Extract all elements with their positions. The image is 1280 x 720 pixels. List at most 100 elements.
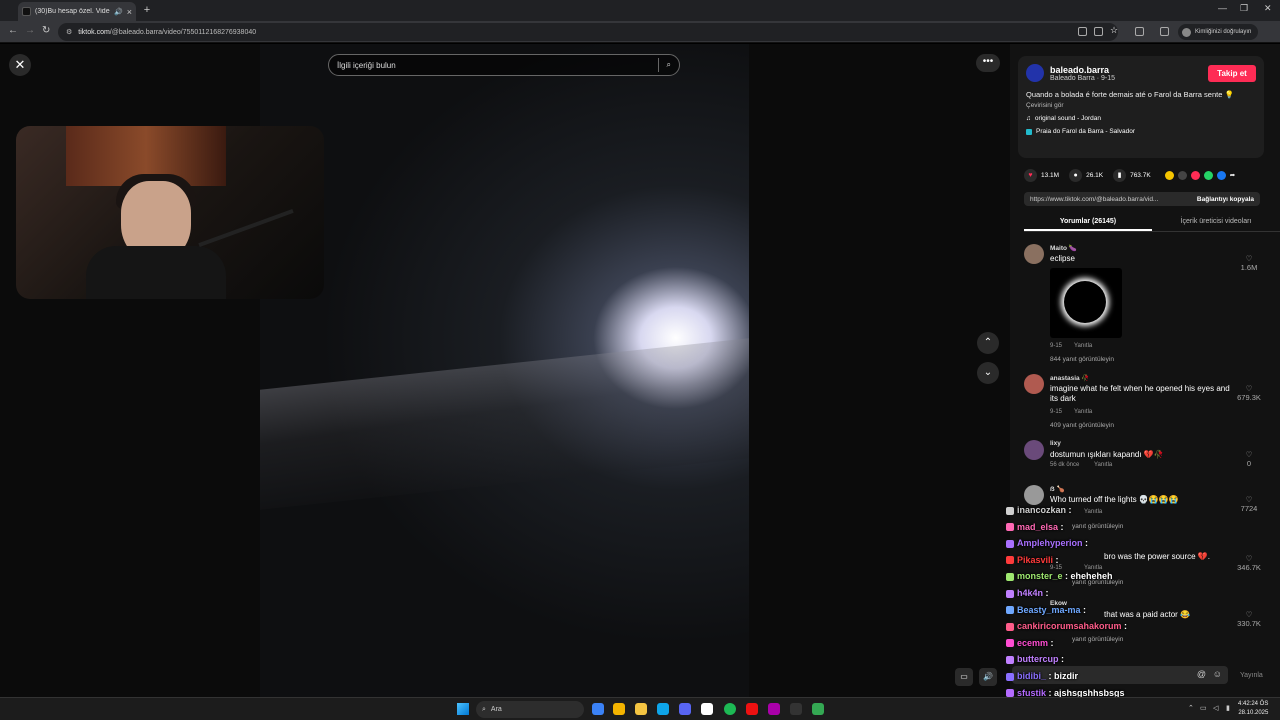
commenter-avatar[interactable] bbox=[1024, 440, 1044, 460]
like-heart-icon[interactable]: ♡ bbox=[1234, 495, 1264, 504]
chat-username[interactable]: cankiricorumsahakorum bbox=[1017, 621, 1122, 631]
reply-link[interactable]: Yanıtla bbox=[1074, 409, 1092, 415]
chat-username[interactable]: monster_e bbox=[1017, 571, 1063, 581]
window-close-icon[interactable]: ✕ bbox=[1264, 3, 1272, 14]
like-heart-icon[interactable]: ♡ bbox=[1234, 384, 1264, 393]
chat-username[interactable]: mad_elsa bbox=[1017, 522, 1058, 532]
copilot-icon[interactable] bbox=[592, 703, 604, 715]
comment-like[interactable]: ♡ 679.3K bbox=[1234, 384, 1264, 402]
whatsapp-icon[interactable] bbox=[1203, 170, 1213, 180]
like-heart-icon[interactable]: ♡ bbox=[1234, 610, 1264, 619]
view-replies-link[interactable]: 844 yanıt görüntüleyin bbox=[1050, 356, 1114, 363]
see-translation-link[interactable]: Çevirisini gör bbox=[1026, 102, 1256, 109]
new-tab-button[interactable]: + bbox=[140, 3, 154, 17]
spotify-icon[interactable] bbox=[724, 703, 736, 715]
volume-icon[interactable]: 🔊 bbox=[979, 668, 997, 686]
extensions-icon[interactable] bbox=[1135, 27, 1144, 36]
close-video-button[interactable]: ✕ bbox=[9, 54, 31, 76]
reply-link[interactable]: Yanıtla bbox=[1074, 343, 1092, 349]
share-arrow-icon[interactable]: ➦ bbox=[1230, 171, 1235, 179]
tray-chevron-icon[interactable]: ⌃ bbox=[1188, 704, 1194, 712]
author-avatar[interactable] bbox=[1026, 64, 1044, 82]
commenter-avatar[interactable] bbox=[1024, 244, 1044, 264]
chrome-active-icon[interactable] bbox=[812, 703, 824, 715]
tab-comments[interactable]: Yorumlar (26145) bbox=[1024, 214, 1152, 231]
commenter-avatar[interactable] bbox=[1024, 485, 1044, 505]
taskbar-search[interactable]: ⌕ Ara bbox=[476, 701, 584, 718]
tab-close-icon[interactable]: × bbox=[127, 7, 132, 17]
url-field[interactable]: ⚙ tiktok.com/@baleado.barra/video/755011… bbox=[58, 23, 1118, 41]
coin-icon[interactable] bbox=[1164, 170, 1174, 180]
embed-icon[interactable] bbox=[1177, 170, 1187, 180]
chat-username[interactable]: Amplehyperion bbox=[1017, 538, 1083, 548]
chat-username[interactable]: h4k4n bbox=[1017, 588, 1043, 598]
search-icon[interactable]: ⌕ bbox=[667, 60, 671, 70]
author-username[interactable]: baleado.barra bbox=[1050, 65, 1115, 75]
minimize-icon[interactable]: — bbox=[1218, 3, 1227, 13]
chat-username[interactable]: bidibi_ bbox=[1017, 671, 1046, 681]
post-comment-button[interactable]: Yayınla bbox=[1240, 672, 1263, 679]
tab-creator-videos[interactable]: İçerik üreticisi videoları bbox=[1152, 214, 1280, 231]
volume-tray-icon[interactable]: ◁ bbox=[1213, 704, 1218, 712]
bookmark-icon[interactable]: ▮ bbox=[1113, 168, 1127, 182]
like-heart-icon[interactable]: ♡ bbox=[1234, 554, 1264, 563]
previous-video-button[interactable]: ⌃ bbox=[977, 332, 999, 354]
reload-icon[interactable]: ↻ bbox=[42, 25, 50, 36]
discord-icon[interactable] bbox=[679, 703, 691, 715]
post-link[interactable]: https://www.tiktok.com/@baleado.barra/vi… bbox=[1030, 196, 1191, 203]
speaker-icon[interactable]: 🔊 bbox=[114, 8, 123, 16]
site-info-icon[interactable]: ⚙ bbox=[66, 28, 72, 36]
translate-icon[interactable] bbox=[1094, 27, 1103, 36]
emoji-icon[interactable]: ☺ bbox=[1213, 669, 1222, 679]
related-search-input[interactable]: İlgili içeriği bulun ⌕ bbox=[328, 54, 680, 76]
app-icon-3[interactable] bbox=[790, 703, 802, 715]
sound-row[interactable]: ♫ original sound - Jordan bbox=[1026, 115, 1256, 122]
back-icon[interactable]: ← bbox=[8, 25, 18, 36]
app-icon[interactable] bbox=[701, 703, 713, 715]
more-options-button[interactable]: ••• bbox=[976, 54, 1000, 72]
like-heart-icon[interactable]: ♡ bbox=[1234, 254, 1264, 263]
commenter-name[interactable]: anastasia 🥀 bbox=[1050, 374, 1090, 382]
battery-icon[interactable]: ▮ bbox=[1226, 704, 1230, 712]
location-row[interactable]: Praia do Farol da Barra - Salvador bbox=[1026, 128, 1256, 135]
chrome-icon[interactable] bbox=[613, 703, 625, 715]
follow-button[interactable]: Takip et bbox=[1208, 65, 1256, 82]
browser-tab[interactable]: (30)Bu hesap özel. Videola 🔊 × bbox=[18, 2, 136, 21]
chat-username[interactable]: Pikasvili bbox=[1017, 555, 1053, 565]
obs-icon[interactable] bbox=[746, 703, 758, 715]
commenter-name[interactable]: lixy bbox=[1050, 440, 1061, 447]
next-video-button[interactable]: ⌄ bbox=[977, 362, 999, 384]
chat-username[interactable]: Beasty_ma-ma bbox=[1017, 605, 1081, 615]
reply-link[interactable]: Yanıtla bbox=[1094, 462, 1112, 468]
view-replies-link[interactable]: 409 yanıt görüntüleyin bbox=[1050, 422, 1114, 429]
facebook-icon[interactable] bbox=[1216, 170, 1226, 180]
media-control-icon[interactable] bbox=[1160, 27, 1169, 36]
comment-like[interactable]: ♡ 7724 bbox=[1234, 495, 1264, 513]
comment-icon[interactable]: ● bbox=[1069, 168, 1083, 182]
video-player[interactable] bbox=[260, 44, 749, 697]
send-icon[interactable] bbox=[1190, 170, 1200, 180]
bookmark-star-icon[interactable]: ☆ bbox=[1110, 25, 1119, 35]
commenter-name[interactable]: Maito 🍆 bbox=[1050, 244, 1077, 252]
commenter-avatar[interactable] bbox=[1024, 374, 1044, 394]
comment-like[interactable]: ♡ 346.7K bbox=[1234, 554, 1264, 572]
forward-icon[interactable]: → bbox=[25, 25, 35, 36]
network-icon[interactable]: ▭ bbox=[1200, 704, 1207, 712]
like-heart-icon[interactable]: ♡ bbox=[1234, 450, 1264, 459]
copy-link-button[interactable]: Bağlantıyı kopyala bbox=[1191, 196, 1260, 203]
file-explorer-icon[interactable] bbox=[635, 703, 647, 715]
miniplayer-icon[interactable]: ▭ bbox=[955, 668, 973, 686]
chat-username[interactable]: buttercup bbox=[1017, 654, 1059, 664]
app-icon-2[interactable] bbox=[768, 703, 780, 715]
commenter-name[interactable]: ẞ 🍗 bbox=[1050, 485, 1065, 493]
chat-username[interactable]: inancozkan bbox=[1017, 505, 1066, 515]
heart-icon[interactable]: ♥ bbox=[1024, 168, 1037, 182]
edge-icon[interactable] bbox=[657, 703, 669, 715]
profile-button[interactable]: Kimliğinizi doğrulayın bbox=[1178, 24, 1258, 40]
clock[interactable]: 4:42:24 ÖS 28.10.2025 bbox=[1238, 700, 1268, 718]
start-icon[interactable] bbox=[457, 703, 469, 715]
comment-like[interactable]: ♡ 0 bbox=[1234, 450, 1264, 468]
maximize-icon[interactable]: ❐ bbox=[1240, 3, 1248, 14]
comment-like[interactable]: ♡ 330.7K bbox=[1234, 610, 1264, 628]
chat-username[interactable]: ecemm bbox=[1017, 638, 1048, 648]
